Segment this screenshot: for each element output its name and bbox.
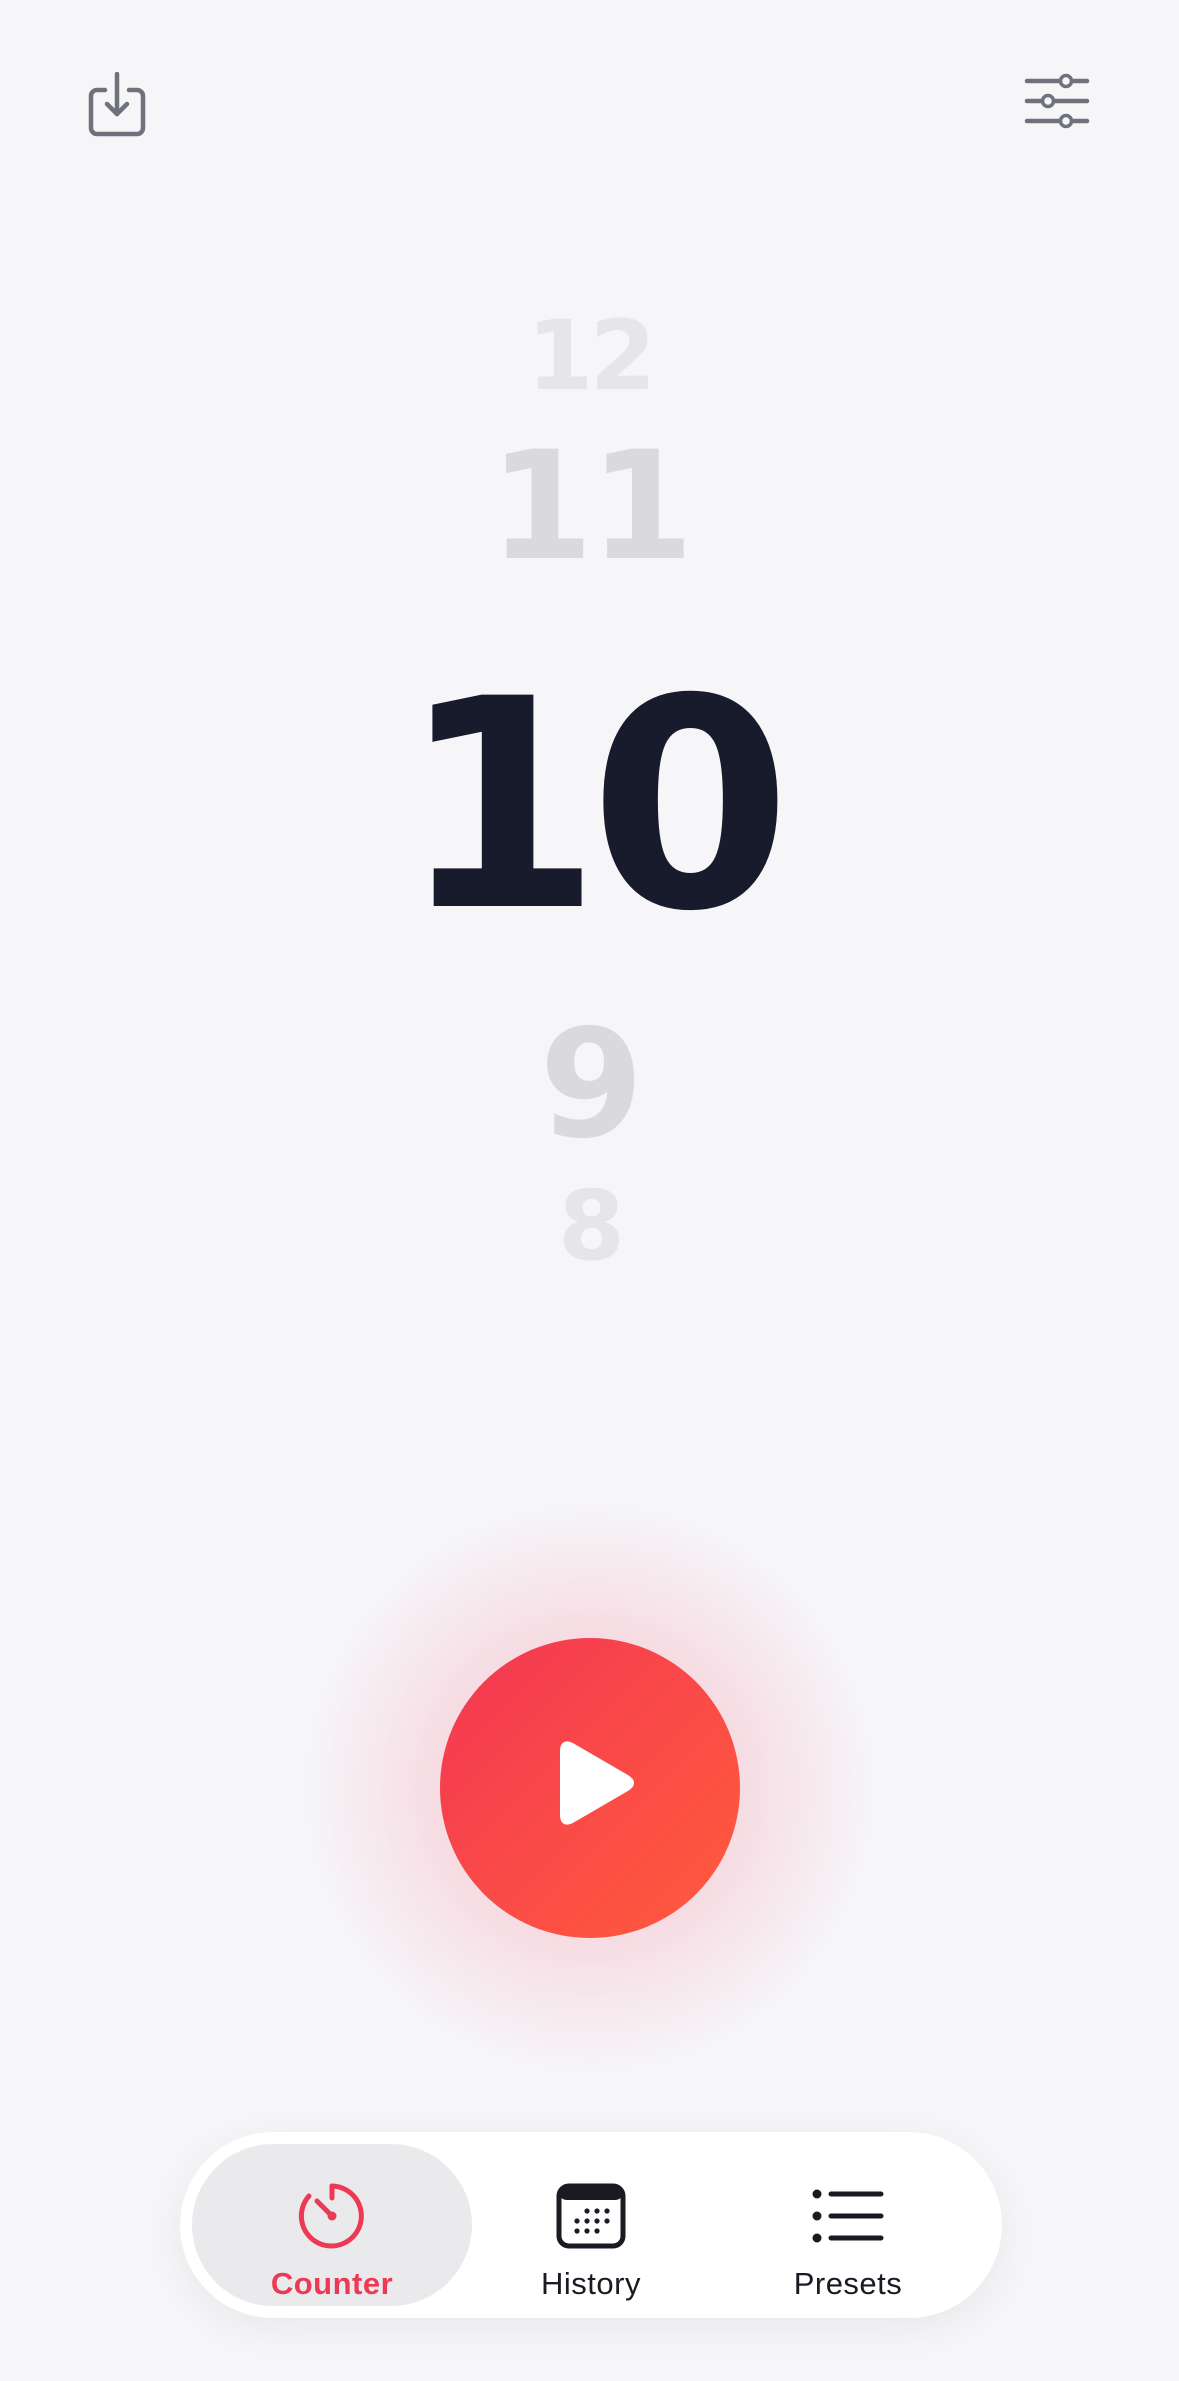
tab-history-label: History	[541, 2266, 641, 2301]
tab-history[interactable]: History	[451, 2144, 731, 2306]
number-picker[interactable]: 12 11 10 9 8	[0, 0, 1179, 1320]
picker-value-near-bottom[interactable]: 9	[0, 1010, 1179, 1160]
tab-counter-label: Counter	[270, 2266, 394, 2301]
picker-value-near-top[interactable]: 11	[0, 432, 1179, 582]
list-icon	[810, 2178, 886, 2254]
tab-presets-label: Presets	[793, 2266, 903, 2301]
tab-counter[interactable]: Counter	[192, 2144, 472, 2306]
timer-icon	[294, 2178, 370, 2254]
tab-bar: Counter History Presets	[180, 2132, 1002, 2318]
play-icon	[560, 1741, 634, 1825]
picker-value-far-bottom[interactable]: 8	[0, 1178, 1179, 1274]
tab-presets[interactable]: Presets	[708, 2144, 988, 2306]
picker-value-current[interactable]: 10	[0, 662, 1179, 952]
play-button[interactable]	[440, 1638, 740, 1938]
calendar-icon	[553, 2178, 629, 2254]
picker-value-far-top[interactable]: 12	[0, 308, 1179, 404]
